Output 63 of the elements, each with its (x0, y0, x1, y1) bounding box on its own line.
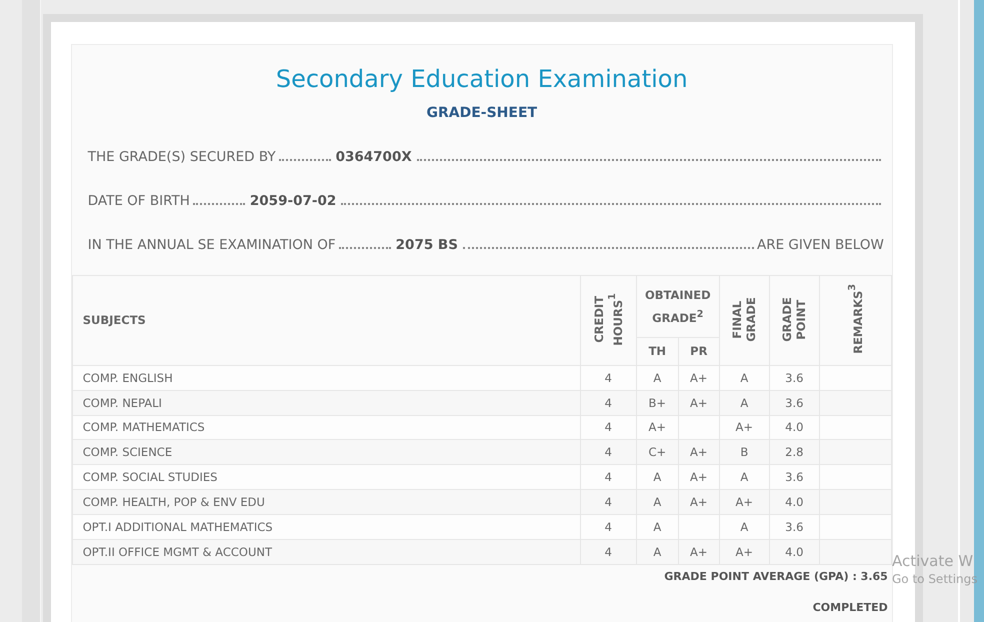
table-cell: 4 (580, 539, 636, 564)
table-cell: A+ (719, 490, 770, 514)
column-header: SUBJECTS (72, 276, 580, 366)
table-cell: A (719, 464, 770, 490)
table-cell: A (719, 514, 770, 540)
statement-value: 0364700X (334, 149, 413, 165)
table-cell: 4 (580, 365, 636, 390)
table-cell: A+ (678, 365, 720, 390)
table-cell: 4.0 (769, 539, 820, 564)
table-cell: 4 (580, 490, 636, 514)
table-cell: COMP. HEALTH, POP & ENV EDU (72, 490, 580, 514)
table-cell: COMP. MATHEMATICS (72, 415, 580, 440)
column-header: GRADE POINT (779, 296, 810, 344)
page-title: Secondary Education Examination (274, 65, 689, 93)
statement-label: IN THE ANNUAL SE EXAMINATION OF (88, 237, 336, 253)
table-cell: OPT.II OFFICE MGMT & ACCOUNT (72, 539, 580, 564)
result-status: COMPLETED (812, 600, 888, 614)
activation-notice: Activate W (892, 552, 974, 570)
table-cell: A (719, 390, 770, 415)
table-cell: 3.6 (769, 390, 820, 415)
column-header: FINAL GRADE (729, 296, 760, 344)
table-cell: A+ (636, 415, 678, 440)
statement-value: 2075 BS (394, 237, 459, 253)
table-cell: A (636, 490, 678, 514)
table-cell: A+ (678, 390, 720, 415)
table-cell: COMP. SOCIAL STUDIES (72, 464, 580, 490)
table-cell: OPT.I ADDITIONAL MATHEMATICS (72, 514, 580, 540)
table-cell: 4 (580, 390, 636, 415)
table-cell: B+ (636, 390, 678, 415)
table-cell: C+ (636, 440, 678, 465)
sheet-subtitle: GRADE-SHEET (425, 105, 538, 121)
table-cell: A+ (719, 539, 770, 564)
table-cell: 4.0 (769, 415, 820, 440)
column-header: TH (636, 338, 678, 366)
table-cell: A (636, 539, 678, 564)
statement-label: DATE OF BIRTH (88, 193, 190, 209)
table-cell: 3.6 (769, 365, 820, 390)
table-cell: A (636, 514, 678, 540)
table-cell: A+ (678, 440, 720, 465)
table-cell: 4 (580, 464, 636, 490)
statement-label: ARE GIVEN BELOW (756, 237, 884, 253)
table-cell: A (636, 365, 678, 390)
gpa-text: GRADE POINT AVERAGE (GPA) : 3.65 (664, 570, 888, 583)
table-cell: COMP. SCIENCE (72, 440, 580, 465)
statement-value: 2059-07-02 (248, 193, 338, 209)
table-cell: A+ (678, 490, 720, 514)
statement-label: THE GRADE(S) SECURED BY (88, 149, 276, 165)
table-cell: 4 (580, 415, 636, 440)
column-header: OBTAINED GRADE$^{2}$ (636, 276, 720, 338)
table-cell: A (719, 365, 770, 390)
table-cell: 4.0 (769, 490, 820, 514)
table-cell: 4 (580, 440, 636, 465)
table-cell: A (636, 464, 678, 490)
table-cell: A+ (678, 539, 720, 564)
table-cell: COMP. NEPALI (72, 390, 580, 415)
table-cell: 3.6 (769, 514, 820, 540)
table-cell: COMP. ENGLISH (72, 365, 580, 390)
table-cell: B (719, 440, 770, 465)
table-cell: A+ (719, 415, 770, 440)
table-cell: 4 (580, 514, 636, 540)
table-cell: 3.6 (769, 464, 820, 490)
table-cell: 2.8 (769, 440, 820, 465)
table-cell: A+ (678, 464, 720, 490)
